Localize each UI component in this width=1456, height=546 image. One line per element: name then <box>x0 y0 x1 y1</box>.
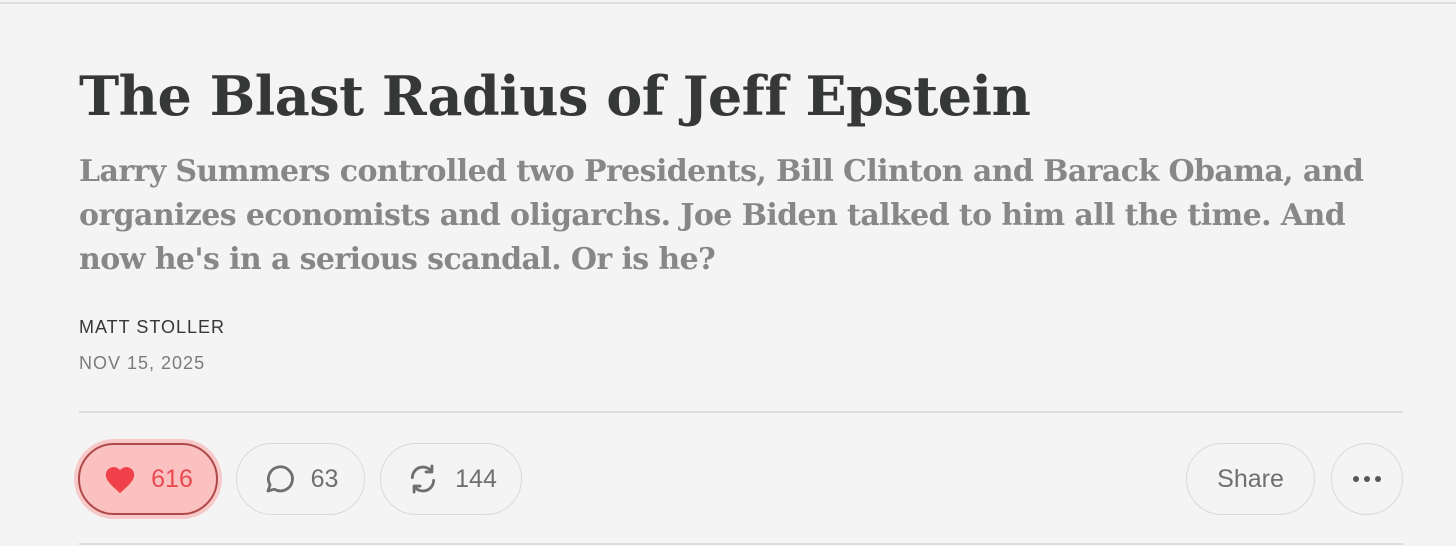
like-count: 616 <box>151 464 193 493</box>
comment-button[interactable]: 63 <box>236 443 365 515</box>
restack-button[interactable]: 144 <box>380 443 522 515</box>
post-subtitle: Larry Summers controlled two Presidents,… <box>79 154 1364 277</box>
more-options-button[interactable] <box>1331 443 1403 515</box>
divider <box>79 411 1403 413</box>
bottom-divider <box>79 543 1403 545</box>
ellipsis-icon <box>1352 475 1382 483</box>
comment-bubble-icon <box>263 462 297 496</box>
share-label: Share <box>1217 464 1284 493</box>
restack-count: 144 <box>455 464 497 493</box>
post-title: The Blast Radius of Jeff Epstein <box>79 64 1031 128</box>
post-date: Nov 15, 2025 <box>79 353 206 373</box>
comment-count: 63 <box>310 464 339 493</box>
share-button[interactable]: Share <box>1186 443 1315 515</box>
restack-icon <box>405 462 441 496</box>
like-button[interactable]: 616 <box>78 443 218 515</box>
heart-icon <box>103 463 137 495</box>
author-name[interactable]: Matt Stoller <box>79 317 225 338</box>
top-divider <box>0 2 1456 4</box>
